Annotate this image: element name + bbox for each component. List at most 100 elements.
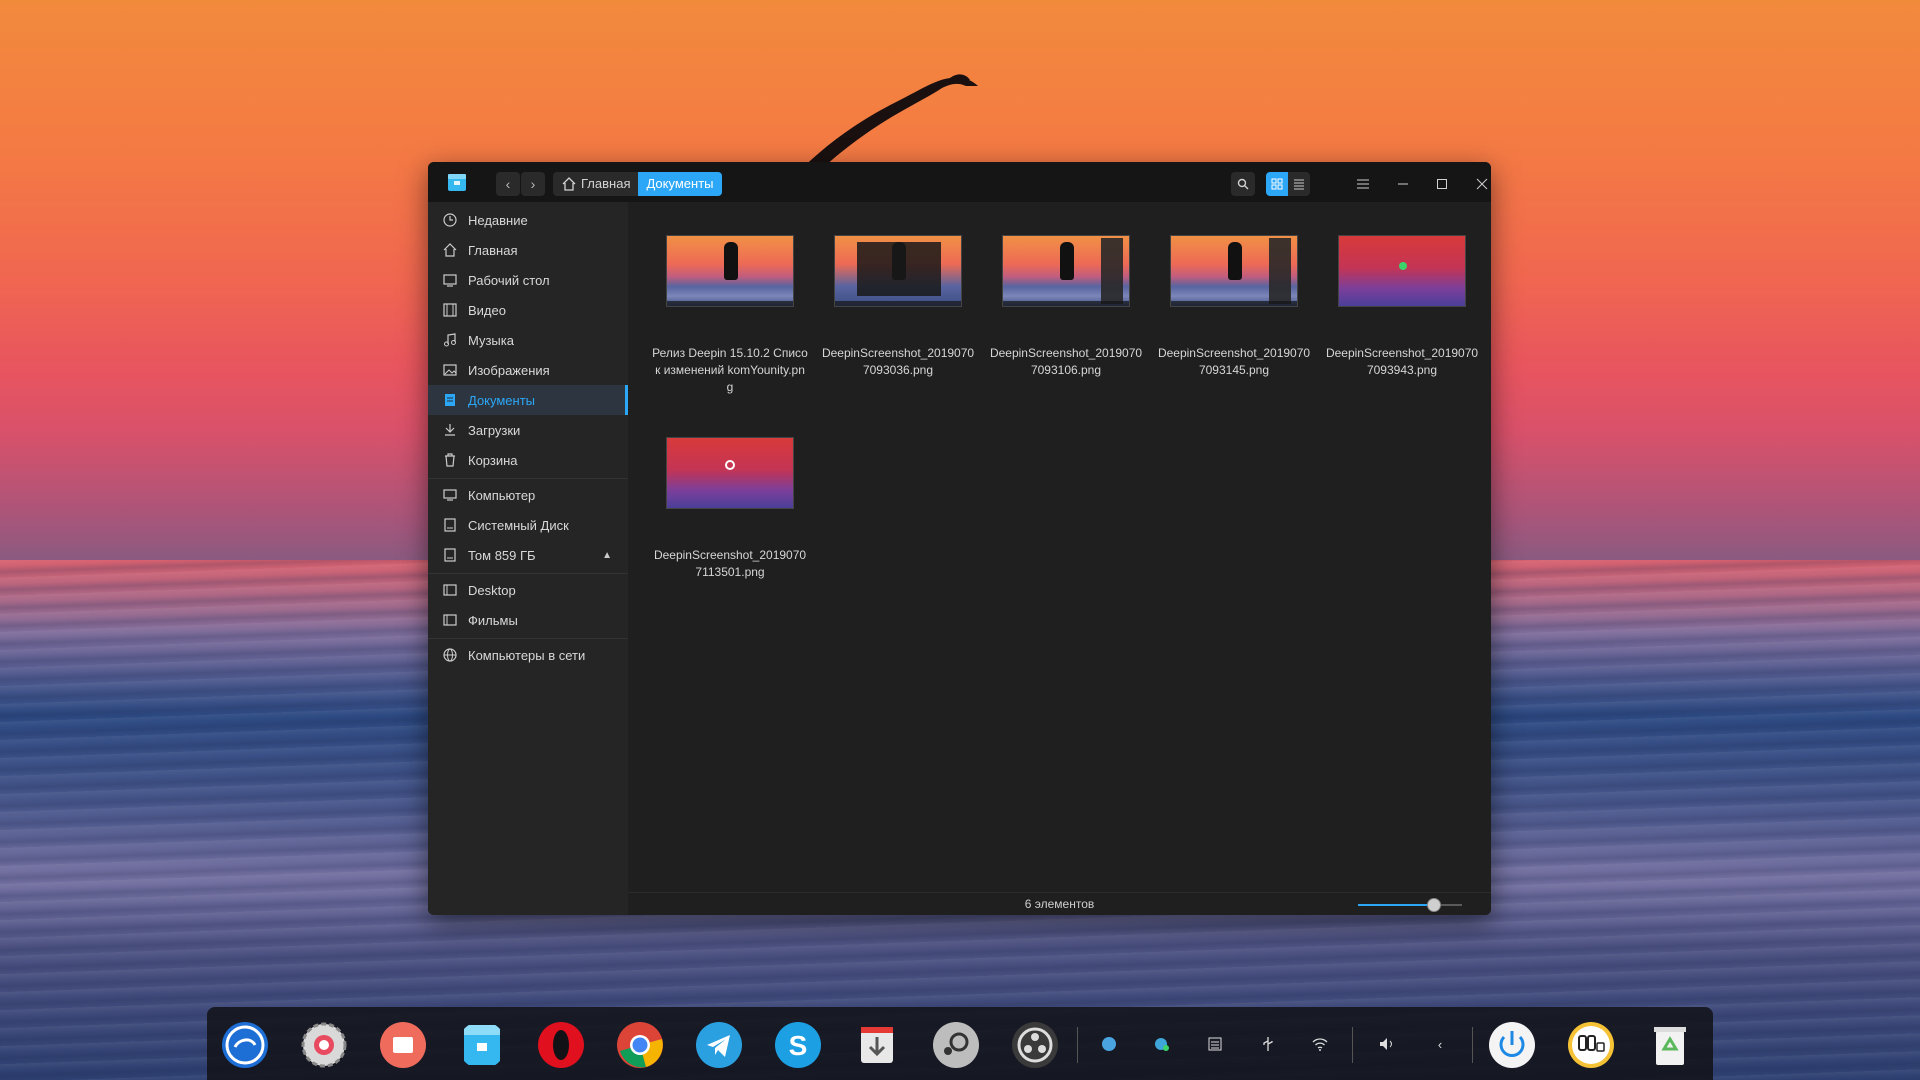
download-icon bbox=[442, 422, 458, 438]
file-item[interactable]: DeepinScreenshot_20190707093145.png bbox=[1154, 235, 1314, 379]
sidebar-item-label: Рабочий стол bbox=[468, 272, 550, 288]
wifi-icon[interactable] bbox=[1308, 1032, 1332, 1056]
sidebar-item-volume[interactable]: Том 859 ГБ ▲ bbox=[428, 540, 628, 570]
grid-icon bbox=[1271, 178, 1283, 190]
close-button[interactable] bbox=[1468, 170, 1491, 198]
sidebar-item-video[interactable]: Видео bbox=[428, 295, 628, 325]
sidebar-item-label: Видео bbox=[468, 302, 506, 318]
sidebar-item-downloads[interactable]: Загрузки bbox=[428, 415, 628, 445]
file-thumbnail bbox=[1170, 235, 1298, 307]
minimize-button[interactable] bbox=[1389, 170, 1417, 198]
zoom-slider-fill bbox=[1358, 904, 1434, 906]
file-item[interactable]: Релиз Deepin 15.10.2 Список изменений ko… bbox=[650, 235, 810, 396]
telegram-icon[interactable] bbox=[695, 1021, 743, 1069]
sidebar-item-computer[interactable]: Компьютер bbox=[428, 480, 628, 510]
file-name: DeepinScreenshot_20190707093106.png bbox=[989, 346, 1143, 377]
eject-icon[interactable]: ▲ bbox=[602, 550, 612, 561]
obs-icon[interactable] bbox=[1011, 1021, 1059, 1069]
back-button[interactable]: ‹ bbox=[496, 172, 520, 196]
forward-button[interactable]: › bbox=[521, 172, 545, 196]
hamburger-menu-icon bbox=[1357, 179, 1369, 189]
sidebar-item-recent[interactable]: Недавние bbox=[428, 205, 628, 235]
clock-icon bbox=[442, 212, 458, 228]
power-icon[interactable] bbox=[1488, 1021, 1536, 1069]
icon-view-button[interactable] bbox=[1266, 172, 1288, 196]
computer-icon bbox=[442, 487, 458, 503]
sidebar-item-images[interactable]: Изображения bbox=[428, 355, 628, 385]
maximize-icon bbox=[1437, 179, 1447, 189]
zoom-slider-handle[interactable] bbox=[1426, 898, 1441, 912]
breadcrumb-home[interactable]: Главная bbox=[553, 172, 638, 196]
steam-icon[interactable] bbox=[932, 1021, 980, 1069]
list-icon bbox=[1294, 179, 1304, 190]
sidebar-divider bbox=[428, 478, 628, 479]
search-button[interactable] bbox=[1231, 172, 1255, 196]
keyboard-icon[interactable] bbox=[1203, 1032, 1227, 1056]
desktop-icon bbox=[442, 272, 458, 288]
file-name: DeepinScreenshot_20190707093943.png bbox=[1325, 346, 1479, 377]
screen-recorder-icon[interactable] bbox=[379, 1021, 427, 1069]
sidebar-item-label: Системный Диск bbox=[468, 517, 569, 533]
zoom-slider[interactable] bbox=[1358, 898, 1462, 912]
deepin-launcher-icon[interactable] bbox=[221, 1021, 269, 1069]
opera-icon[interactable] bbox=[537, 1021, 585, 1069]
sidebar-item-network[interactable]: Компьютеры в сети bbox=[428, 640, 628, 670]
close-icon bbox=[1476, 178, 1488, 190]
chrome-icon[interactable] bbox=[616, 1021, 664, 1069]
sidebar-item-system-disk[interactable]: Системный Диск bbox=[428, 510, 628, 540]
file-item[interactable]: DeepinScreenshot_20190707113501.png bbox=[650, 437, 810, 581]
file-manager-window: ‹ › Главная Документы Недавние Главная Р… bbox=[428, 162, 1491, 915]
breadcrumb-documents-label: Документы bbox=[646, 176, 714, 191]
skype-icon[interactable]: S bbox=[774, 1021, 822, 1069]
sidebar-item-label: Фильмы bbox=[468, 612, 518, 628]
sidebar-item-music[interactable]: Музыка bbox=[428, 325, 628, 355]
file-view: Релиз Deepin 15.10.2 Список изменений ko… bbox=[628, 202, 1491, 915]
maximize-button[interactable] bbox=[1428, 170, 1456, 198]
file-manager-app-icon bbox=[448, 174, 466, 191]
trash-icon bbox=[442, 452, 458, 468]
clock-widget-icon[interactable] bbox=[1567, 1021, 1615, 1069]
file-name: DeepinScreenshot_20190707093145.png bbox=[1157, 346, 1311, 377]
folder-icon bbox=[442, 582, 458, 598]
file-name: Релиз Deepin 15.10.2 Список изменений ko… bbox=[652, 346, 808, 394]
file-name: DeepinScreenshot_20190707113501.png bbox=[653, 548, 807, 579]
sidebar-item-desktop[interactable]: Рабочий стол bbox=[428, 265, 628, 295]
file-thumbnail bbox=[1002, 235, 1130, 307]
sidebar-item-label: Главная bbox=[468, 242, 518, 258]
list-view-button[interactable] bbox=[1288, 172, 1310, 196]
file-item[interactable]: DeepinScreenshot_20190707093106.png bbox=[986, 235, 1146, 379]
breadcrumb-documents[interactable]: Документы bbox=[638, 172, 722, 196]
file-manager-icon[interactable] bbox=[458, 1021, 506, 1069]
trash-icon[interactable] bbox=[1646, 1021, 1694, 1069]
sidebar-item-documents[interactable]: Документы bbox=[428, 385, 628, 415]
titlebar: ‹ › Главная Документы bbox=[428, 162, 1491, 202]
sidebar-item-movies[interactable]: Фильмы bbox=[428, 605, 628, 635]
file-item[interactable]: DeepinScreenshot_20190707093036.png bbox=[818, 235, 978, 379]
view-mode-toggle bbox=[1266, 172, 1310, 196]
sidebar-item-home[interactable]: Главная bbox=[428, 235, 628, 265]
settings-icon[interactable] bbox=[300, 1021, 348, 1069]
sidebar-item-trash[interactable]: Корзина bbox=[428, 445, 628, 475]
home-icon bbox=[562, 177, 576, 191]
network-status-icon[interactable] bbox=[1097, 1032, 1121, 1056]
sidebar-item-label: Desktop bbox=[468, 582, 516, 598]
dock: S ‹ bbox=[207, 1007, 1713, 1080]
sidebar-item-label: Компьютеры в сети bbox=[468, 647, 586, 663]
sidebar: Недавние Главная Рабочий стол Видео Музы… bbox=[428, 202, 628, 915]
file-thumbnail bbox=[1338, 235, 1466, 307]
file-thumbnail bbox=[666, 235, 794, 307]
installer-icon[interactable] bbox=[853, 1021, 901, 1069]
sidebar-item-desktop-bookmark[interactable]: Desktop bbox=[428, 575, 628, 605]
vpn-icon[interactable] bbox=[1150, 1032, 1174, 1056]
volume-icon[interactable] bbox=[1375, 1032, 1399, 1056]
menu-button[interactable] bbox=[1349, 170, 1377, 198]
video-icon bbox=[442, 302, 458, 318]
file-item[interactable]: DeepinScreenshot_20190707093943.png bbox=[1322, 235, 1482, 379]
usb-icon[interactable] bbox=[1256, 1032, 1280, 1056]
breadcrumb-home-label: Главная bbox=[581, 176, 631, 191]
collapse-tray-icon[interactable]: ‹ bbox=[1428, 1032, 1452, 1056]
breadcrumb: Главная Документы bbox=[553, 172, 722, 196]
sidebar-item-label: Документы bbox=[468, 392, 536, 408]
minimize-icon bbox=[1398, 183, 1408, 185]
file-thumbnail bbox=[666, 437, 794, 509]
